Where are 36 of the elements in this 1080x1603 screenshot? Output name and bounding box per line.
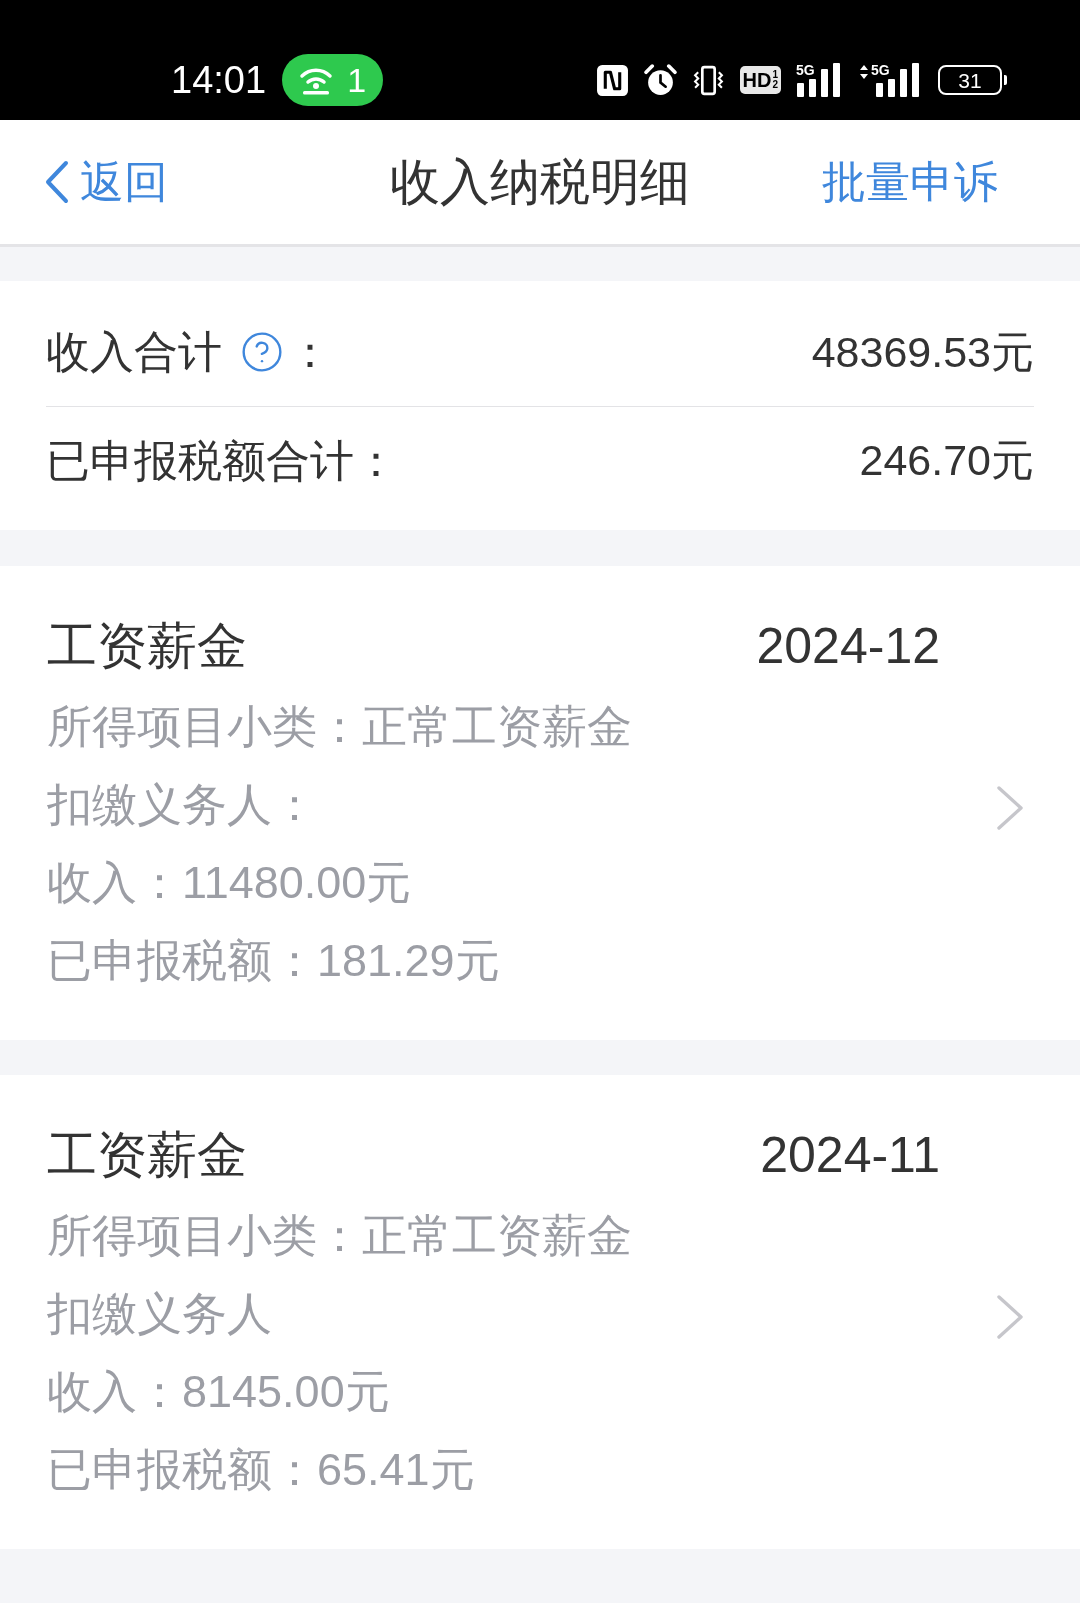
tax-period: 2024-11 bbox=[760, 1130, 940, 1180]
income-category: 工资薪金 bbox=[47, 621, 247, 671]
record-detail: 所得项目小类：正常工资薪金 bbox=[47, 700, 632, 754]
summary-label: 已申报税额合计 bbox=[46, 438, 354, 483]
batch-appeal-button[interactable]: 批量申诉 bbox=[822, 160, 998, 204]
summary-colon: ： bbox=[288, 330, 332, 374]
page-title: 收入纳税明细 bbox=[390, 157, 690, 207]
back-chevron-icon bbox=[44, 160, 70, 204]
help-icon[interactable] bbox=[240, 330, 284, 374]
alarm-clock-icon bbox=[643, 63, 677, 97]
back-label[interactable]: 返回 bbox=[80, 160, 168, 204]
summary-value: 48369.53元 bbox=[811, 330, 1034, 374]
battery-indicator: 31 bbox=[938, 65, 1007, 95]
income-record-card[interactable]: 工资薪金 2024-11 所得项目小类：正常工资薪金 扣缴义务人 收入：8145.00元 已申报税额：65.41元 bbox=[0, 1075, 1080, 1549]
record-detail: 已申报税额：181.29元 bbox=[47, 934, 500, 988]
tax-period: 2024-12 bbox=[756, 621, 940, 671]
signal-strength-indicator: 5G bbox=[859, 63, 923, 97]
vibrate-icon bbox=[691, 63, 725, 97]
record-detail: 扣缴义务人 bbox=[47, 1287, 272, 1341]
signal-strength-indicator: 5G bbox=[796, 63, 844, 97]
status-time: 14:01 bbox=[171, 61, 267, 99]
nfc-icon bbox=[595, 63, 629, 97]
record-detail: 收入：8145.00元 bbox=[47, 1365, 390, 1419]
income-record-card[interactable]: 工资薪金 2024-12 所得项目小类：正常工资薪金 扣缴义务人： 收入：11480.00元 已申报税额：181.29元 bbox=[0, 566, 1080, 1040]
back-button[interactable]: 返回 bbox=[44, 160, 168, 204]
hotspot-count: 1 bbox=[347, 63, 367, 97]
record-detail: 收入：11480.00元 bbox=[47, 856, 412, 910]
chevron-right-icon bbox=[996, 1294, 1024, 1340]
record-detail: 已申报税额：65.41元 bbox=[47, 1443, 475, 1497]
summary-value: 246.70元 bbox=[859, 439, 1034, 482]
record-detail: 所得项目小类：正常工资薪金 bbox=[47, 1209, 632, 1263]
chevron-right-icon bbox=[996, 785, 1024, 831]
summary-label: 收入合计 bbox=[46, 330, 222, 374]
summary-colon: ： bbox=[354, 438, 398, 483]
record-detail: 扣缴义务人： bbox=[47, 778, 317, 832]
income-category: 工资薪金 bbox=[47, 1130, 247, 1180]
